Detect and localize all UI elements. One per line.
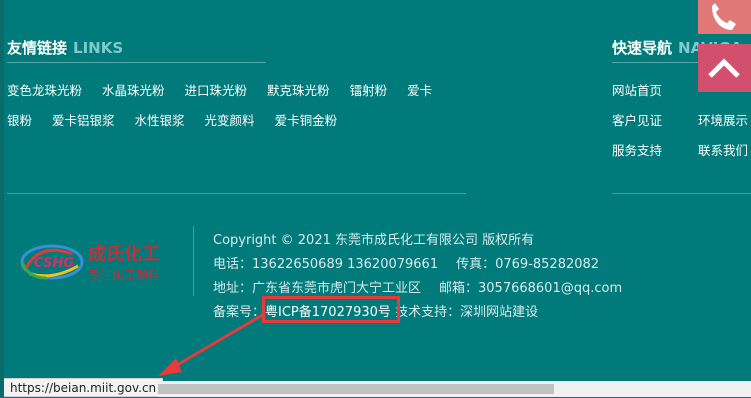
nav-item-home[interactable]: 网站首页: [612, 80, 662, 99]
links-title-en: LINKS: [73, 39, 124, 57]
nav-item-contact[interactable]: 联系我们: [698, 140, 748, 159]
icp-highlight-box: [262, 296, 400, 323]
logo-initials: CSHG: [34, 256, 74, 271]
left-edge-strip: [0, 0, 4, 397]
quick-nav-title-cn: 快速导航: [612, 39, 673, 57]
friend-link[interactable]: 银粉: [7, 113, 32, 128]
friend-link[interactable]: 爱卡: [407, 83, 432, 98]
logo-name: 成氏化工: [88, 243, 160, 265]
friend-link[interactable]: 进口珠光粉: [185, 83, 248, 98]
contact-line: 电话：13622650689 13620079661 传真：0769-852820…: [213, 253, 599, 272]
browser-status-url: https://beian.miit.gov.cn: [4, 378, 164, 397]
phone-icon: [712, 3, 736, 30]
links-row-1: 变色龙珠光粉 水晶珠光粉 进口珠光粉 默克珠光粉 镭射粉 爱卡: [7, 80, 452, 99]
company-logo: CSHG 成氏化工 专注化工颜料: [12, 232, 182, 292]
address-text: 地址：广东省东莞市虎门大宁工业区: [213, 281, 422, 296]
nav-item-environment[interactable]: 环境展示: [698, 110, 748, 129]
footer-vertical-separator: [193, 226, 194, 296]
friend-link[interactable]: 爱卡铝银浆: [52, 113, 115, 128]
friend-link[interactable]: 水晶珠光粉: [102, 83, 165, 98]
chevron-up-icon: [708, 58, 740, 78]
tech-support-text: 技术支持：深圳网站建设: [395, 305, 539, 320]
footer-divider-left: [7, 193, 466, 194]
friend-link[interactable]: 光变颜料: [205, 113, 255, 128]
copyright-text: Copyright © 2021 东莞市成氏化工有限公司 版权所有: [213, 233, 535, 248]
back-to-top-button[interactable]: [698, 44, 751, 92]
friend-link[interactable]: 水性银浆: [135, 113, 185, 128]
friend-link[interactable]: 变色龙珠光粉: [7, 83, 82, 98]
fax-text: 传真：0769-85282082: [456, 257, 600, 272]
friend-link[interactable]: 镭射粉: [350, 83, 388, 98]
friend-link[interactable]: 默克珠光粉: [267, 83, 330, 98]
address-line: 地址：广东省东莞市虎门大宁工业区 邮箱：3057668601@qq.com: [213, 277, 622, 296]
phone-text: 电话：13622650689 13620079661: [213, 257, 439, 272]
links-title-underline: [7, 62, 266, 63]
annotation-arrow: [158, 312, 265, 376]
scrollbar-thumb[interactable]: [158, 384, 554, 394]
nav-item-service[interactable]: 服务支持: [612, 140, 662, 159]
links-row-2: 银粉 爱卡铝银浆 水性银浆 光变颜料 爱卡铜金粉: [7, 110, 357, 129]
logo-slogan: 专注化工颜料: [88, 267, 160, 282]
nav-item-testimonials[interactable]: 客户见证: [612, 110, 662, 129]
phone-float-button[interactable]: [698, 0, 751, 34]
friend-link[interactable]: 爱卡铜金粉: [275, 113, 338, 128]
email-text: 邮箱：3057668601@qq.com: [439, 281, 623, 296]
links-title-cn: 友情链接: [7, 39, 68, 57]
footer-divider-right: [612, 193, 751, 194]
links-title: 友情链接 LINKS: [7, 37, 123, 58]
horizontal-scrollbar[interactable]: [158, 381, 751, 397]
